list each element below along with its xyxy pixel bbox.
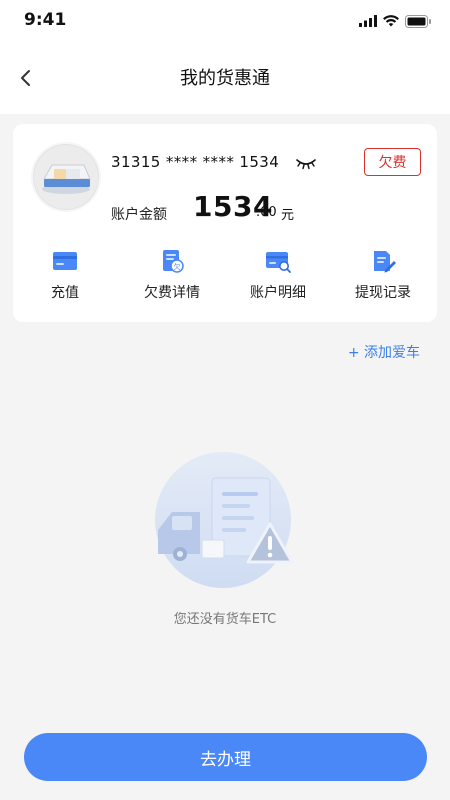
add-car-link[interactable]: + 添加爱车	[348, 342, 420, 362]
etc-device-icon	[42, 164, 91, 194]
balance-decimal: .00	[256, 205, 277, 220]
status-bar: 9:41	[0, 0, 450, 44]
page-title: 我的货惠通	[180, 68, 270, 89]
eye-closed-icon[interactable]	[295, 156, 317, 170]
card-number: 31315 **** **** 1534	[111, 153, 280, 171]
cellular-signal-icon	[359, 15, 377, 27]
action-withdraw-records[interactable]: 提现记录	[333, 248, 433, 308]
etc-device-avatar	[31, 142, 101, 212]
action-arrears-detail[interactable]: 欠 欠费详情	[122, 248, 222, 308]
battery-icon	[405, 14, 431, 28]
document-edit-icon	[374, 251, 396, 273]
card-search-icon	[266, 252, 291, 273]
apply-button[interactable]: 去办理	[24, 733, 427, 781]
balance-unit: 元	[281, 208, 295, 223]
account-card: 31315 **** **** 1534 欠费 账户金额 1534 .00 元 …	[13, 124, 437, 322]
action-label: 充值	[51, 285, 79, 301]
card-icon	[53, 252, 77, 270]
action-label: 账户明细	[250, 285, 306, 301]
status-time: 9:41	[24, 10, 67, 30]
nav-bar: 我的货惠通	[0, 44, 450, 114]
arrears-badge: 欠费	[364, 148, 421, 176]
account-actions: 充值 欠 欠费详情 账户明细 提现记录	[13, 248, 437, 308]
action-label: 提现记录	[355, 285, 411, 301]
balance-label: 账户金额	[111, 207, 167, 223]
action-label: 欠费详情	[144, 285, 200, 301]
action-recharge[interactable]: 充值	[15, 248, 115, 308]
empty-state-text: 您还没有货车ETC	[173, 612, 277, 627]
wifi-icon	[383, 15, 399, 27]
empty-truck-illustration	[155, 452, 294, 588]
svg-text:欠: 欠	[174, 262, 181, 271]
status-icons	[359, 13, 432, 29]
bill-icon: 欠	[163, 250, 184, 273]
action-account-detail[interactable]: 账户明细	[228, 248, 328, 308]
